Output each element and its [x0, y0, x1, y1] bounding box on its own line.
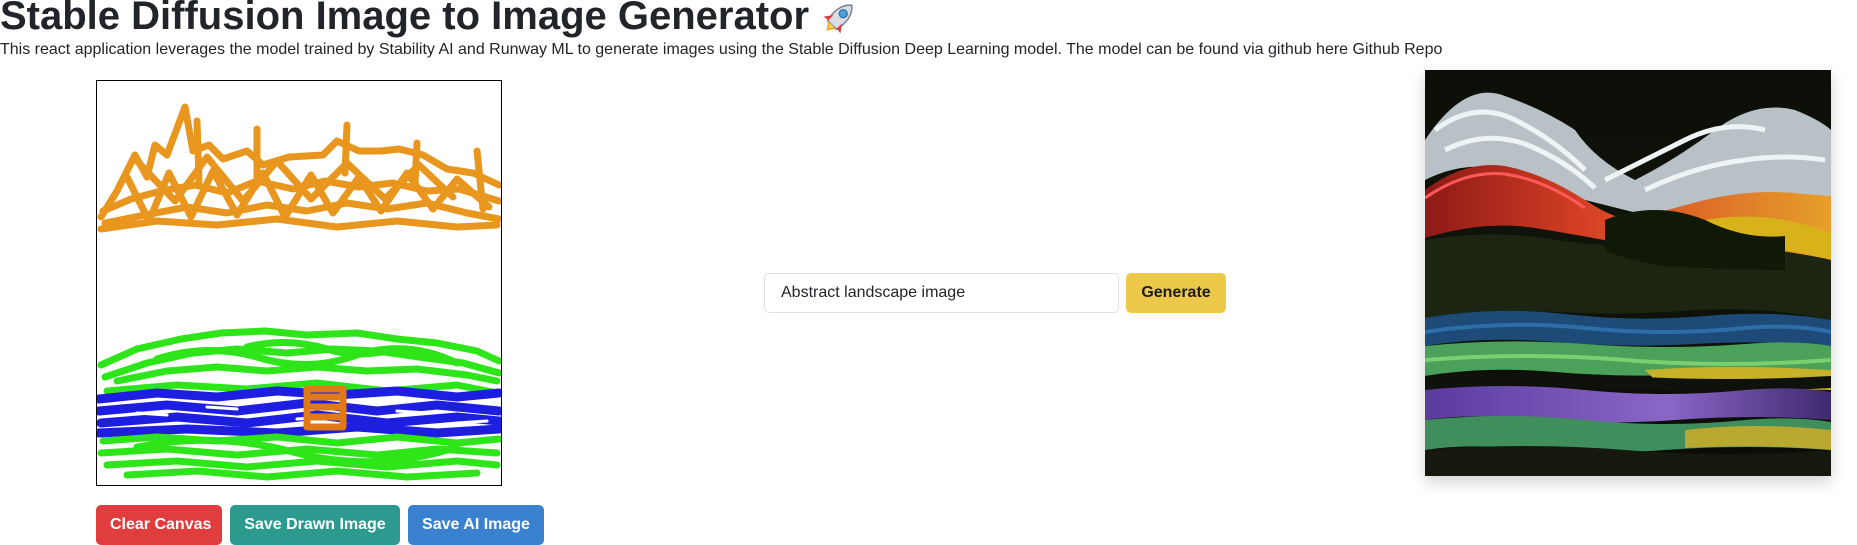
green-scribble-lower: [97, 433, 501, 481]
save-ai-image-button[interactable]: Save AI Image: [408, 505, 544, 545]
orange-scribble: [97, 103, 501, 233]
rocket-icon: [823, 4, 853, 34]
ai-generated-image: [1425, 70, 1831, 476]
prompt-input[interactable]: [764, 273, 1119, 313]
github-repo-link[interactable]: Github Repo: [1353, 41, 1443, 58]
description-text: This react application leverages the mod…: [0, 41, 1349, 58]
green-scribble-upper: [97, 327, 501, 397]
clear-canvas-button[interactable]: Clear Canvas: [96, 505, 222, 545]
ai-generated-artwork: [1425, 70, 1831, 476]
page-title-text: Stable Diffusion Image to Image Generato…: [0, 0, 810, 38]
app-page: Stable Diffusion Image to Image Generato…: [0, 0, 1857, 545]
app-description: This react application leverages the mod…: [0, 39, 1442, 61]
drawing-canvas[interactable]: [96, 80, 502, 486]
drawing-canvas-strokes: [97, 103, 501, 481]
save-drawn-image-button[interactable]: Save Drawn Image: [230, 505, 400, 545]
page-title: Stable Diffusion Image to Image Generato…: [0, 0, 861, 40]
generate-button[interactable]: Generate: [1126, 273, 1226, 313]
blue-stroke-band: [97, 386, 501, 438]
